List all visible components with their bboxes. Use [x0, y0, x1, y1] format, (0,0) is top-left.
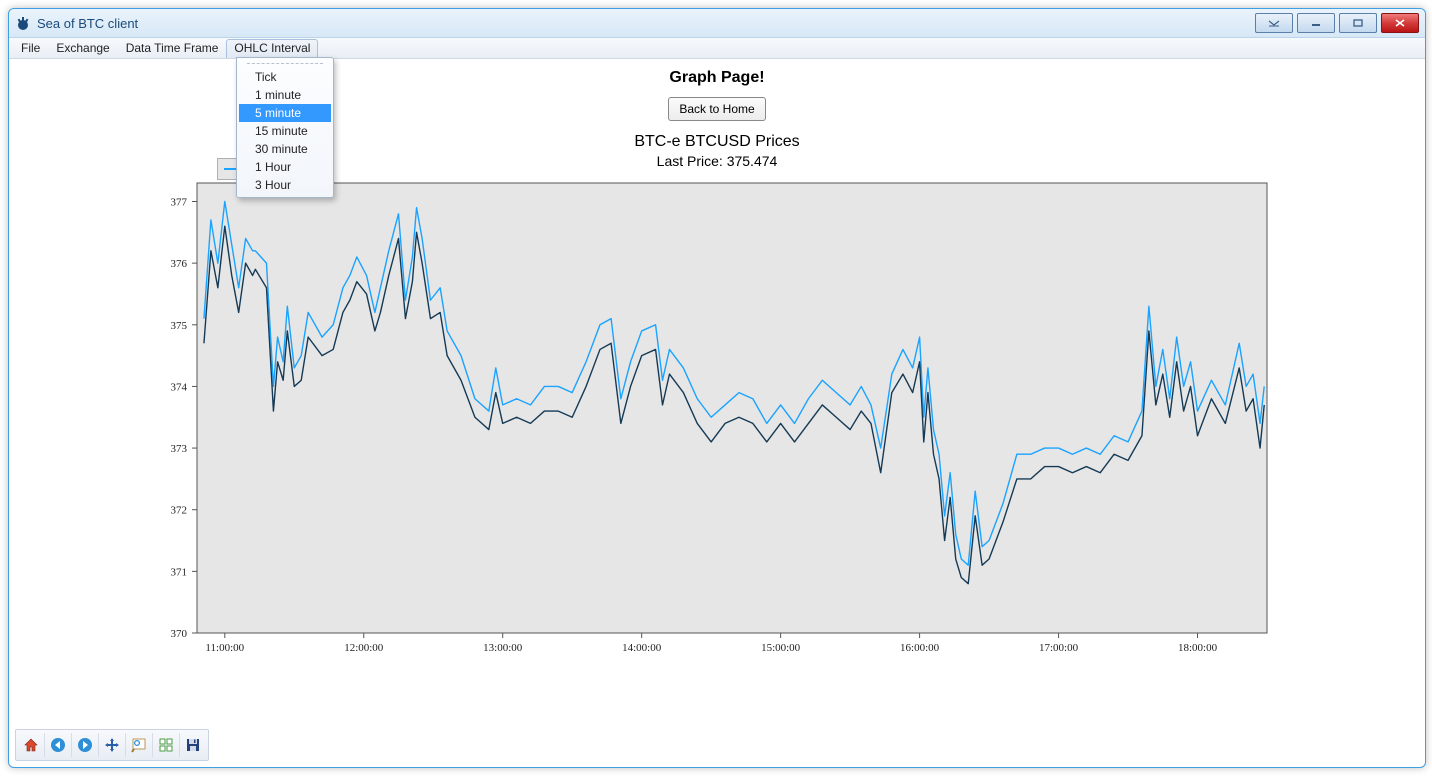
- ohlc-option-5-minute[interactable]: 5 minute: [239, 104, 331, 122]
- price-chart: 370 371 372 373 374 375 376 377 11:00:00 12:00:00…: [27, 133, 1407, 693]
- menu-ohlc-interval[interactable]: OHLC Interval: [226, 39, 318, 58]
- menu-data-time-frame[interactable]: Data Time Frame: [118, 39, 227, 57]
- svg-text:18:00:00: 18:00:00: [1178, 642, 1218, 654]
- ohlc-option-15-minute[interactable]: 15 minute: [239, 122, 331, 140]
- configure-icon[interactable]: [153, 733, 180, 757]
- svg-text:372: 372: [171, 505, 188, 517]
- svg-text:371: 371: [171, 566, 188, 578]
- pan-icon[interactable]: [99, 733, 126, 757]
- dropdown-separator: [247, 63, 323, 64]
- window-title: Sea of BTC client: [37, 16, 1255, 31]
- chart-container: BTC-e BTCUSD Prices Last Price: 375.474 …: [27, 133, 1407, 693]
- svg-text:374: 374: [171, 381, 188, 393]
- svg-text:16:00:00: 16:00:00: [900, 642, 940, 654]
- ohlc-option-30-minute[interactable]: 30 minute: [239, 140, 331, 158]
- save-icon[interactable]: [180, 733, 206, 757]
- svg-text:375: 375: [171, 320, 188, 332]
- home-icon[interactable]: [18, 733, 45, 757]
- ohlc-interval-dropdown: Tick1 minute5 minute15 minute30 minute1 …: [236, 57, 334, 198]
- svg-text:17:00:00: 17:00:00: [1039, 642, 1079, 654]
- app-window: Sea of BTC client FileExchangeData Time …: [8, 8, 1426, 768]
- dropdown-window-button[interactable]: [1255, 13, 1293, 33]
- back-to-home-button[interactable]: Back to Home: [668, 97, 765, 121]
- svg-text:13:00:00: 13:00:00: [483, 642, 523, 654]
- title-bar: Sea of BTC client: [9, 9, 1425, 38]
- nav-toolbar: [15, 729, 209, 761]
- ohlc-option-1-minute[interactable]: 1 minute: [239, 86, 331, 104]
- page-content: Graph Page! Back to Home BTC-e BTCUSD Pr…: [9, 59, 1425, 693]
- back-icon[interactable]: [45, 733, 72, 757]
- page-title: Graph Page!: [9, 69, 1425, 87]
- svg-text:12:00:00: 12:00:00: [344, 642, 384, 654]
- menu-file[interactable]: File: [13, 39, 48, 57]
- svg-text:373: 373: [171, 443, 188, 455]
- svg-text:15:00:00: 15:00:00: [761, 642, 801, 654]
- zoom-icon[interactable]: [126, 733, 153, 757]
- close-button[interactable]: [1381, 13, 1419, 33]
- app-icon: [15, 15, 31, 31]
- ohlc-option-1-hour[interactable]: 1 Hour: [239, 158, 331, 176]
- forward-icon[interactable]: [72, 733, 99, 757]
- svg-text:11:00:00: 11:00:00: [205, 642, 244, 654]
- svg-text:370: 370: [171, 628, 188, 640]
- svg-text:376: 376: [171, 258, 188, 270]
- maximize-button[interactable]: [1339, 13, 1377, 33]
- menu-exchange[interactable]: Exchange: [48, 39, 117, 57]
- window-controls: [1255, 13, 1419, 33]
- minimize-button[interactable]: [1297, 13, 1335, 33]
- menu-bar: FileExchangeData Time FrameOHLC Interval: [9, 38, 1425, 59]
- svg-text:14:00:00: 14:00:00: [622, 642, 662, 654]
- svg-text:377: 377: [171, 196, 188, 208]
- ohlc-option-tick[interactable]: Tick: [239, 68, 331, 86]
- ohlc-option-3-hour[interactable]: 3 Hour: [239, 176, 331, 194]
